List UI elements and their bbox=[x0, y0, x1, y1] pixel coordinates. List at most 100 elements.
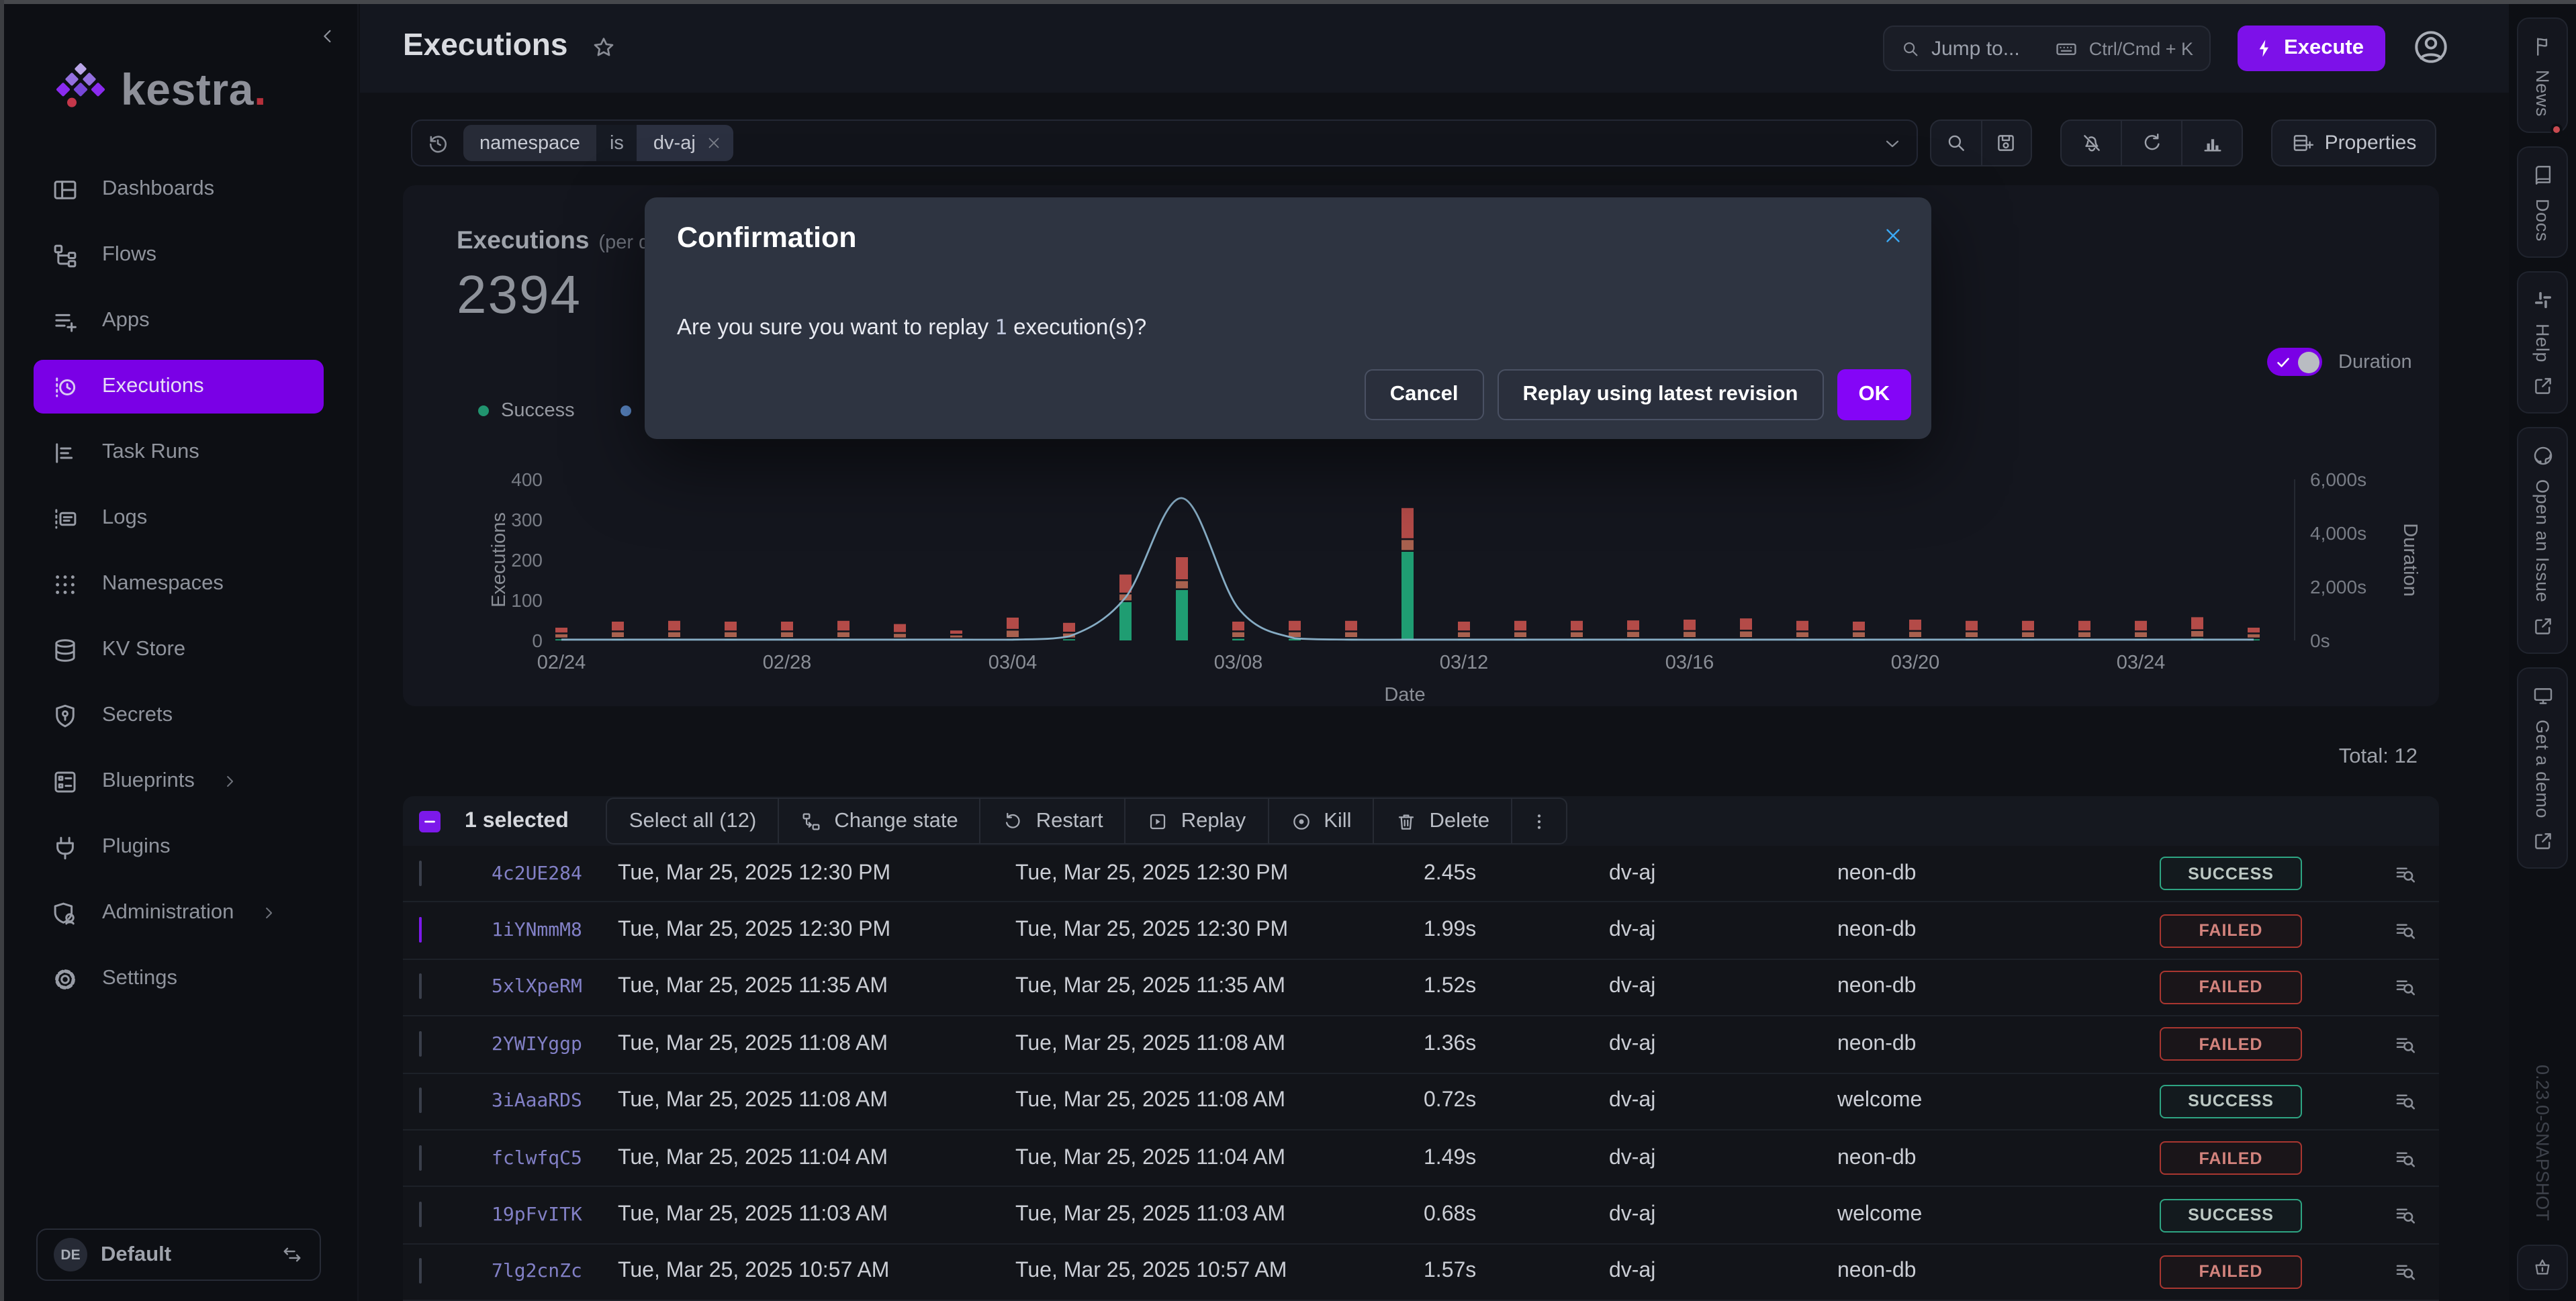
row-checkbox-cell bbox=[419, 1260, 492, 1284]
sidebar: kestra. Dashboards Flows Apps Executions Tas… bbox=[0, 4, 359, 1301]
jump-to-search[interactable]: Jump to... Ctrl/Cmd + K bbox=[1883, 26, 2211, 71]
cancel-button[interactable]: Cancel bbox=[1365, 369, 1484, 420]
sidebar-item-logs[interactable]: Logs bbox=[34, 491, 324, 545]
log-search-icon[interactable] bbox=[2393, 1090, 2418, 1114]
log-search-icon[interactable] bbox=[2393, 861, 2418, 885]
chip-remove-icon[interactable] bbox=[705, 134, 723, 152]
sidebar-item-flows[interactable]: Flows bbox=[34, 228, 324, 282]
log-search-icon[interactable] bbox=[2393, 1260, 2418, 1284]
sidebar-item-dashboards[interactable]: Dashboards bbox=[34, 162, 324, 216]
sidebar-item-settings[interactable]: Settings bbox=[34, 952, 324, 1006]
table-row[interactable]: fclwfqC5Tue, Mar 25, 2025 11:04 AMTue, M… bbox=[403, 1130, 2439, 1188]
ok-button[interactable]: OK bbox=[1837, 369, 1912, 420]
flow-cell: welcome bbox=[1837, 1203, 2090, 1227]
chart-title: Executions bbox=[457, 226, 589, 255]
log-search-icon[interactable] bbox=[2393, 1146, 2418, 1170]
execution-id-link[interactable]: 5xlXpeRM bbox=[492, 977, 618, 998]
select-all-checkbox[interactable] bbox=[419, 810, 441, 832]
filter-chip-namespace[interactable]: namespace is dv-aj bbox=[463, 125, 733, 161]
row-checkbox[interactable] bbox=[419, 917, 422, 943]
toggle-switch[interactable] bbox=[2267, 348, 2322, 376]
row-checkbox[interactable] bbox=[419, 1202, 422, 1227]
sidebar-item-secrets[interactable]: Secrets bbox=[34, 689, 324, 742]
alerts-off-button[interactable] bbox=[2062, 121, 2121, 165]
row-checkbox[interactable] bbox=[419, 1088, 422, 1114]
properties-button[interactable]: Properties bbox=[2271, 119, 2436, 166]
sidebar-item-administration[interactable]: Administration bbox=[34, 886, 324, 940]
filter-history-icon[interactable] bbox=[426, 131, 450, 155]
sidebar-item-executions[interactable]: Executions bbox=[34, 360, 324, 414]
rail-bottom-button[interactable] bbox=[2517, 1245, 2568, 1290]
log-search-icon[interactable] bbox=[2393, 918, 2418, 943]
status-badge: FAILED bbox=[2160, 1255, 2302, 1289]
filter-dropdown-chevron-icon[interactable] bbox=[1882, 132, 1903, 154]
log-search-icon[interactable] bbox=[2393, 975, 2418, 1000]
execution-id-link[interactable]: fclwfqC5 bbox=[492, 1147, 618, 1169]
execution-id-link[interactable]: 2YWIYggp bbox=[492, 1034, 618, 1055]
row-checkbox[interactable] bbox=[419, 1145, 422, 1170]
rail-tab-docs[interactable]: Docs bbox=[2517, 146, 2568, 258]
execution-id-link[interactable]: 3iAaaRDS bbox=[492, 1091, 618, 1112]
rail-tab-help[interactable]: Help bbox=[2517, 271, 2568, 414]
rail-tab-news[interactable]: News bbox=[2517, 17, 2568, 133]
refresh-button[interactable] bbox=[2121, 121, 2181, 165]
flow-cell: neon-db bbox=[1837, 918, 2090, 943]
sidebar-item-kv-store[interactable]: KV Store bbox=[34, 623, 324, 677]
modal-close-icon[interactable] bbox=[1882, 224, 1904, 247]
table-row[interactable]: 1iYNmmM8Tue, Mar 25, 2025 12:30 PMTue, M… bbox=[403, 903, 2439, 960]
user-avatar[interactable] bbox=[2412, 28, 2450, 66]
kill-button[interactable]: Kill bbox=[1267, 799, 1373, 843]
filter-save-button[interactable] bbox=[1980, 121, 2031, 165]
row-checkbox[interactable] bbox=[419, 860, 422, 885]
sidebar-collapse-button[interactable] bbox=[317, 26, 338, 47]
filter-search-button[interactable] bbox=[1931, 121, 1980, 165]
execute-button[interactable]: Execute bbox=[2237, 26, 2385, 71]
start-date-cell: Tue, Mar 25, 2025 11:03 AM bbox=[618, 1203, 1015, 1227]
sidebar-item-plugins[interactable]: Plugins bbox=[34, 820, 324, 874]
row-checkbox[interactable] bbox=[419, 1031, 422, 1057]
replay-latest-revision-button[interactable]: Replay using latest revision bbox=[1497, 369, 1823, 420]
favorite-star-icon[interactable] bbox=[591, 35, 616, 60]
row-checkbox-cell bbox=[419, 918, 492, 943]
restart-button[interactable]: Restart bbox=[980, 799, 1125, 843]
status-badge: FAILED bbox=[2160, 1028, 2302, 1061]
table-row[interactable]: 2YWIYggpTue, Mar 25, 2025 11:08 AMTue, M… bbox=[403, 1016, 2439, 1073]
table-row[interactable]: 19pFvITKTue, Mar 25, 2025 11:03 AMTue, M… bbox=[403, 1188, 2439, 1245]
row-checkbox[interactable] bbox=[419, 1259, 422, 1284]
delete-button[interactable]: Delete bbox=[1373, 799, 1512, 843]
confirmation-modal: Confirmation Are you sure you want to re… bbox=[645, 197, 1931, 439]
rail-tabs: News Docs Help Open an Issue Get a demo bbox=[2517, 17, 2568, 869]
filter-bar[interactable]: namespace is dv-aj bbox=[411, 119, 1918, 166]
svg-text:200: 200 bbox=[511, 550, 543, 571]
select-all-12--button[interactable]: Select all (12) bbox=[608, 799, 778, 843]
table-row[interactable]: 4c2UE284Tue, Mar 25, 2025 12:30 PMTue, M… bbox=[403, 846, 2439, 903]
log-search-icon[interactable] bbox=[2393, 1203, 2418, 1227]
legend-item-success[interactable]: Success bbox=[478, 400, 575, 422]
change-state-button[interactable]: Change state bbox=[778, 799, 979, 843]
trash-icon bbox=[1396, 810, 1418, 832]
duration-toggle[interactable]: Duration bbox=[2267, 348, 2412, 376]
more-actions-button[interactable] bbox=[1511, 799, 1566, 843]
sidebar-item-apps[interactable]: Apps bbox=[34, 294, 324, 348]
rail-tab-open-an-issue[interactable]: Open an Issue bbox=[2517, 427, 2568, 653]
flow-cell: neon-db bbox=[1837, 1260, 2090, 1284]
table-row[interactable]: 7lg2cnZcTue, Mar 25, 2025 10:57 AMTue, M… bbox=[403, 1244, 2439, 1301]
execution-id-link[interactable]: 19pFvITK bbox=[492, 1204, 618, 1226]
rail-tab-get-a-demo[interactable]: Get a demo bbox=[2517, 667, 2568, 869]
table-row[interactable]: 5xlXpeRMTue, Mar 25, 2025 11:35 AMTue, M… bbox=[403, 960, 2439, 1017]
replay-button[interactable]: Replay bbox=[1125, 799, 1268, 843]
sidebar-item-namespaces[interactable]: Namespaces bbox=[34, 557, 324, 611]
kestra-logo[interactable]: kestra. bbox=[54, 60, 267, 119]
workspace-switcher[interactable]: DE Default bbox=[36, 1228, 321, 1281]
status-badge: FAILED bbox=[2160, 1141, 2302, 1175]
log-search-icon[interactable] bbox=[2393, 1032, 2418, 1057]
execution-id-link[interactable]: 4c2UE284 bbox=[492, 863, 618, 884]
sidebar-item-task-runs[interactable]: Task Runs bbox=[34, 426, 324, 479]
execution-id-link[interactable]: 1iYNmmM8 bbox=[492, 920, 618, 941]
sidebar-item-blueprints[interactable]: Blueprints bbox=[34, 755, 324, 808]
execution-id-link[interactable]: 7lg2cnZc bbox=[492, 1261, 618, 1283]
chart-toggle-button[interactable] bbox=[2181, 121, 2242, 165]
table-row[interactable]: 3iAaaRDSTue, Mar 25, 2025 11:08 AMTue, M… bbox=[403, 1073, 2439, 1130]
row-checkbox[interactable] bbox=[419, 974, 422, 1000]
svg-text:6,000s: 6,000s bbox=[2310, 469, 2366, 490]
